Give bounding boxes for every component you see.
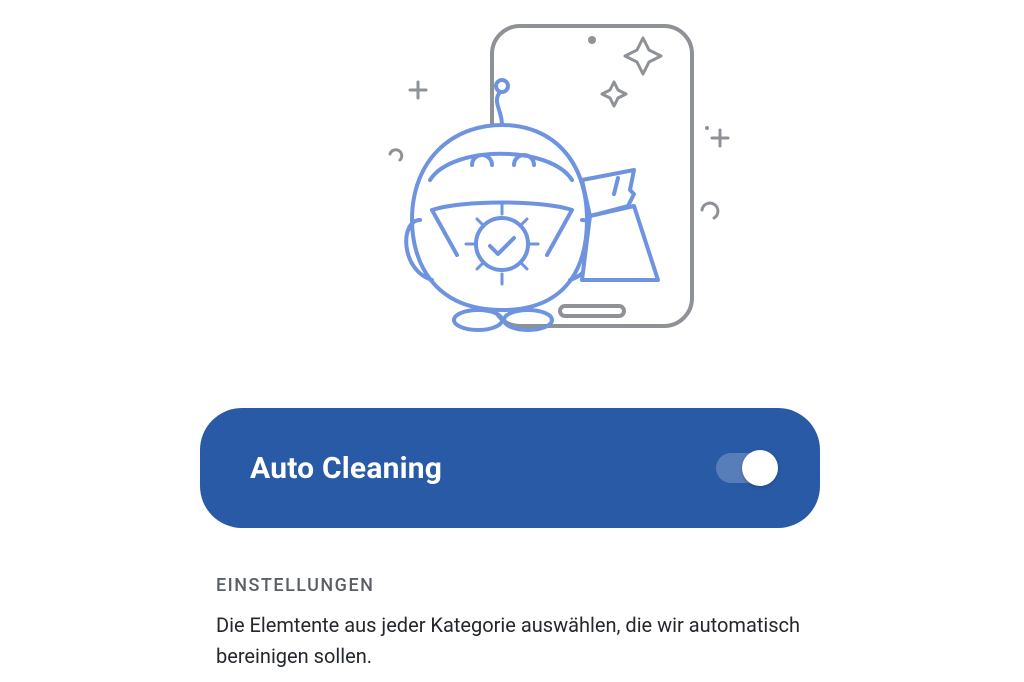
robot-phone-icon xyxy=(282,10,742,350)
settings-heading: EINSTELLUNGEN xyxy=(216,575,808,596)
hero-illustration xyxy=(0,0,1024,350)
settings-description: Die Elemtente aus jeder Kategorie auswäh… xyxy=(216,610,808,672)
settings-section: EINSTELLUNGEN Die Elemtente aus jeder Ka… xyxy=(216,575,808,672)
toggle-thumb-icon xyxy=(742,450,778,486)
auto-cleaning-title: Auto Cleaning xyxy=(250,451,442,486)
auto-cleaning-toggle[interactable] xyxy=(716,453,774,483)
auto-cleaning-card: Auto Cleaning xyxy=(200,408,820,528)
